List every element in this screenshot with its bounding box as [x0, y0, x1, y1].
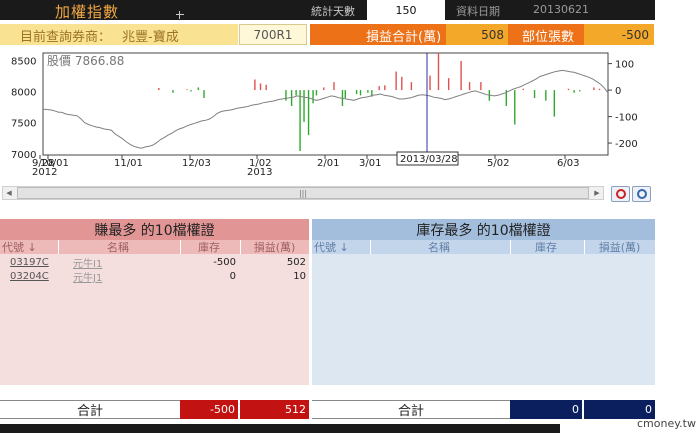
right-tick-label: -200 — [615, 139, 638, 150]
zoom-in-button[interactable] — [611, 186, 630, 202]
col-code-sort[interactable]: 代號 ↓ — [314, 240, 369, 254]
left-tick-label: 7500 — [11, 119, 36, 130]
warrant-name-link[interactable]: 元牛I1 — [73, 256, 102, 270]
col-stock[interactable]: 庫存 — [180, 240, 238, 254]
pnl-total-value: 508 — [446, 24, 508, 45]
zoom-out-icon — [636, 189, 647, 199]
right-tick-label: 100 — [615, 60, 634, 71]
broker-label: 目前查詢券商： — [20, 30, 112, 45]
scroll-right-arrow-icon[interactable]: ▶ — [590, 186, 604, 200]
right-tick-label: 0 — [615, 86, 621, 97]
right-total-stock: 0 — [510, 400, 582, 419]
top-stock-title: 庫存最多 的10檔權證 — [312, 219, 655, 240]
col-name[interactable]: 名稱 — [58, 240, 178, 254]
x-tick-label: 12/03 — [182, 158, 211, 169]
x-tick-label: 11/01 — [114, 158, 143, 169]
col-code-sort[interactable]: 代號 ↓ — [2, 240, 57, 254]
zoom-in-icon — [615, 189, 626, 199]
pnl-total-label: 損益合計(萬) — [366, 30, 442, 45]
position-lots-label: 部位張數 — [522, 30, 575, 45]
data-date-value: 20130621 — [533, 3, 589, 16]
warrant-name-link[interactable]: 元牛J1 — [73, 270, 102, 284]
left-tick-label: 8000 — [11, 88, 36, 99]
price-chart[interactable]: 股價 7866.88 8500800075007000 1000-100-200… — [0, 48, 655, 180]
bottom-strip — [0, 424, 560, 433]
warrant-code-link[interactable]: 03197C — [10, 256, 49, 269]
scroll-thumb[interactable]: ||| — [17, 187, 589, 199]
right-total-label: 合計 — [312, 400, 510, 419]
x-axis: 9/2810/01 11/01 12/03 1/02 2/01 3/01 5/02 6/03 — [32, 155, 579, 169]
stat-days-label: 統計天數 — [311, 5, 355, 18]
x-tick-label: 6/03 — [557, 158, 579, 169]
legend-text: 股價 7866.88 — [47, 54, 124, 68]
index-title: 加權指數 — [55, 3, 120, 21]
warrant-pnl: 10 — [293, 271, 306, 282]
x-tick-label: 5/02 — [487, 158, 509, 169]
right-tick-label: -100 — [615, 113, 638, 124]
top-profit-title: 賺最多 的10檔權證 — [0, 219, 309, 240]
right-axis: 100 0 -100 -200 — [608, 60, 638, 150]
scroll-left-arrow-icon[interactable]: ◀ — [2, 186, 16, 200]
year-label-2012: 2012 — [32, 167, 57, 178]
warrant-code-link[interactable]: 03204C — [10, 270, 49, 283]
warrant-stock: 0 — [229, 271, 236, 282]
left-total-stock: -500 — [180, 400, 238, 419]
warrant-stock: -500 — [213, 257, 236, 268]
position-lots-value: -500 — [584, 24, 654, 45]
col-pnl[interactable]: 損益(萬) — [584, 240, 655, 254]
zoom-out-button[interactable] — [632, 186, 651, 202]
left-total-pnl: 512 — [240, 400, 309, 419]
col-pnl[interactable]: 損益(萬) — [240, 240, 309, 254]
watermark-text: cmoney.tw — [637, 417, 696, 430]
plot-area — [42, 52, 609, 156]
stat-days-input[interactable]: 150 — [367, 0, 445, 20]
top-profit-header: 代號 ↓ 名稱 庫存 損益(萬) — [0, 240, 309, 254]
x-tick-label: 3/01 — [359, 158, 381, 169]
left-axis: 8500800075007000 — [11, 56, 36, 160]
crosshair-date-label: 2013/03/28 — [400, 154, 458, 165]
col-name[interactable]: 名稱 — [370, 240, 508, 254]
cursor-crosshair-icon — [176, 11, 184, 19]
col-stock[interactable]: 庫存 — [510, 240, 582, 254]
broker-code-input[interactable]: 700R1 — [239, 24, 307, 45]
warrant-pnl: 502 — [286, 257, 306, 268]
top-stock-header: 代號 ↓ 名稱 庫存 損益(萬) — [312, 240, 655, 254]
left-total-label: 合計 — [0, 400, 180, 419]
x-tick-label: 2/01 — [317, 158, 339, 169]
left-tick-label: 8500 — [11, 56, 36, 67]
broker-name: 兆豐-寶成 — [122, 30, 179, 45]
year-label-2013: 2013 — [247, 167, 272, 178]
data-date-label: 資料日期 — [456, 5, 500, 18]
